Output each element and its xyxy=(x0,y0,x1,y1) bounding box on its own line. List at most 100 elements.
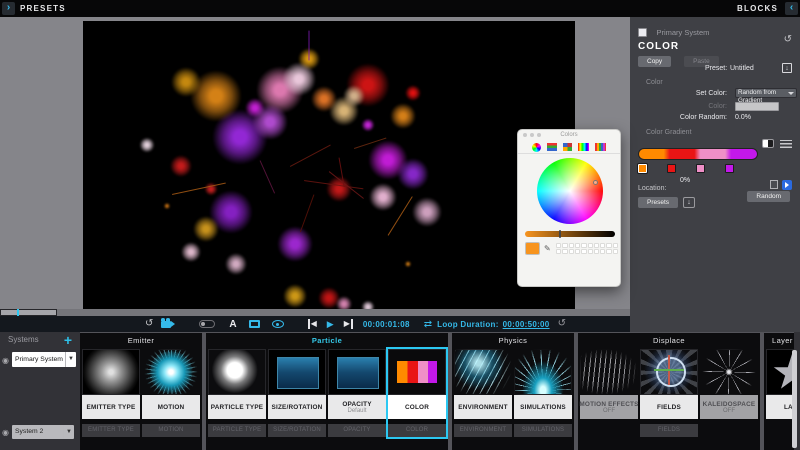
gradient-stop-marker[interactable] xyxy=(725,164,734,173)
picker-swatch[interactable] xyxy=(581,243,586,248)
loop-duration-value[interactable]: 00:00:50:00 xyxy=(503,320,550,329)
loop-icon[interactable]: ⇄ xyxy=(424,319,432,330)
eye-icon[interactable]: ◉ xyxy=(2,428,9,437)
color-random-value[interactable]: 0.0% xyxy=(735,114,751,121)
picker-swatch[interactable] xyxy=(569,243,574,248)
scrubber-thumb[interactable] xyxy=(0,309,57,316)
color-thumbnail[interactable] xyxy=(388,349,446,395)
colors-picker-window[interactable]: Colors ✎ xyxy=(517,129,621,287)
viewport[interactable] xyxy=(83,21,575,310)
fields-thumbnail[interactable] xyxy=(640,349,698,395)
go-to-start-button[interactable]: ◀ xyxy=(308,319,317,329)
blocks-scrollbar[interactable] xyxy=(792,350,797,448)
layer-thumbnail[interactable] xyxy=(766,349,794,395)
reset-loop-icon[interactable]: ↺ xyxy=(558,316,566,332)
picker-titlebar[interactable]: Colors xyxy=(518,130,620,141)
motion-thumbnail[interactable] xyxy=(142,349,200,395)
block-cell-size-rotation[interactable]: SIZE/ROTATION SIZE/ROTATION xyxy=(268,349,326,437)
gradient-copy-icon[interactable] xyxy=(770,180,778,189)
emitter-type-thumbnail[interactable] xyxy=(82,349,140,395)
gradient-presets-button[interactable]: Presets xyxy=(638,197,678,208)
crayons-tab-icon[interactable] xyxy=(595,143,606,151)
gradient-import-icon[interactable]: ↓ xyxy=(683,197,695,208)
color-wheel-tab-icon[interactable] xyxy=(532,143,541,152)
picker-swatch[interactable] xyxy=(581,249,586,254)
picker-swatch[interactable] xyxy=(575,249,580,254)
record-camera-icon[interactable] xyxy=(161,321,171,328)
picker-swatch[interactable] xyxy=(588,249,593,254)
picker-swatch[interactable] xyxy=(613,243,618,248)
hue-wheel-marker[interactable] xyxy=(593,180,598,185)
size-rotation-thumbnail[interactable] xyxy=(268,349,326,395)
gradient-bar[interactable] xyxy=(638,148,758,160)
particle-type-thumbnail[interactable] xyxy=(208,349,266,395)
block-cell-fields[interactable]: FIELDS FIELDS xyxy=(640,349,698,437)
save-preset-icon[interactable]: ↓ xyxy=(782,63,792,73)
picker-swatch[interactable] xyxy=(556,249,561,254)
picker-swatch[interactable] xyxy=(606,249,611,254)
eye-icon[interactable]: ◉ xyxy=(2,356,9,365)
brightness-marker[interactable] xyxy=(559,230,561,238)
block-cell-color-selected[interactable]: COLOR COLOR xyxy=(388,349,446,437)
window-buttons-icon[interactable] xyxy=(523,133,527,137)
picker-swatch[interactable] xyxy=(600,243,605,248)
simulations-thumbnail[interactable] xyxy=(514,349,572,395)
presets-panel-toggle-icon[interactable]: › xyxy=(2,2,15,15)
location-value[interactable]: 0% xyxy=(680,177,690,184)
kaleidospace-thumbnail[interactable] xyxy=(700,349,758,395)
gradient-menu-icon[interactable] xyxy=(780,140,792,148)
block-cell-emitter-type[interactable]: EMITTER TYPE EMITTER TYPE xyxy=(82,349,140,437)
go-to-end-button[interactable]: ▶ xyxy=(344,319,353,329)
block-cell-environment[interactable]: ENVIRONMENT ENVIRONMENT xyxy=(454,349,512,437)
picker-swatch[interactable] xyxy=(556,243,561,248)
picker-swatch[interactable] xyxy=(606,243,611,248)
eyedropper-icon[interactable]: ✎ xyxy=(544,244,551,253)
motion-effects-thumbnail[interactable] xyxy=(580,349,638,395)
picker-swatch[interactable] xyxy=(562,243,567,248)
stereo-toggle-icon[interactable] xyxy=(199,320,215,328)
play-button[interactable]: ▶ xyxy=(327,319,334,330)
color-palettes-tab-icon[interactable] xyxy=(563,143,572,151)
reset-view-icon[interactable]: ↺ xyxy=(145,316,153,332)
system-2-dropdown[interactable]: System 2▼ xyxy=(12,425,74,439)
set-color-dropdown[interactable]: Random from Gradient xyxy=(735,88,797,98)
picker-selected-swatch[interactable] xyxy=(525,242,540,255)
picker-swatch[interactable] xyxy=(562,249,567,254)
primary-system-dropdown[interactable]: Primary System▼ xyxy=(12,352,76,367)
timeline-scrubber[interactable] xyxy=(0,309,630,316)
picker-swatch[interactable] xyxy=(594,249,599,254)
block-cell-motion[interactable]: MOTION MOTION xyxy=(142,349,200,437)
preview-visibility-icon[interactable] xyxy=(272,320,284,328)
picker-swatch[interactable] xyxy=(594,243,599,248)
reset-block-icon[interactable]: ↺ xyxy=(784,34,792,45)
picker-swatch[interactable] xyxy=(600,249,605,254)
hue-wheel[interactable] xyxy=(537,158,603,224)
gradient-stop-marker[interactable] xyxy=(667,164,676,173)
block-cell-simulations[interactable]: SIMULATIONS SIMULATIONS xyxy=(514,349,572,437)
antialias-toggle-icon[interactable]: A xyxy=(229,319,236,330)
environment-thumbnail[interactable] xyxy=(454,349,512,395)
add-system-button[interactable]: + xyxy=(64,332,72,348)
block-cell-particle-type[interactable]: PARTICLE TYPE PARTICLE TYPE xyxy=(208,349,266,437)
block-cell-motion-effects[interactable]: MOTION EFFECTS OFF xyxy=(580,349,638,437)
picker-brightness-slider[interactable] xyxy=(525,231,615,237)
picker-swatch[interactable] xyxy=(569,249,574,254)
gradient-stop-marker[interactable] xyxy=(638,164,647,173)
gradient-stop-marker[interactable] xyxy=(696,164,705,173)
gradient-apply-icon[interactable] xyxy=(782,180,792,190)
playhead[interactable] xyxy=(17,309,19,316)
opacity-thumbnail[interactable] xyxy=(328,349,386,395)
gradient-mode-icon[interactable] xyxy=(762,139,774,148)
block-cell-layer[interactable]: LAYER xyxy=(766,349,794,437)
picker-swatch[interactable] xyxy=(588,243,593,248)
image-palettes-tab-icon[interactable] xyxy=(578,143,589,151)
fullscreen-icon[interactable] xyxy=(249,320,260,328)
block-cell-opacity[interactable]: OPACITY Default OPACITY xyxy=(328,349,386,437)
color-sliders-tab-icon[interactable] xyxy=(547,143,557,151)
gradient-random-button[interactable]: Random xyxy=(747,191,790,202)
picker-swatch[interactable] xyxy=(613,249,618,254)
blocks-panel-toggle-icon[interactable]: ‹ xyxy=(785,2,798,15)
block-cell-kaleidospace[interactable]: KALEIDOSPACE OFF xyxy=(700,349,758,437)
picker-swatch[interactable] xyxy=(575,243,580,248)
copy-button[interactable]: Copy xyxy=(638,56,671,67)
